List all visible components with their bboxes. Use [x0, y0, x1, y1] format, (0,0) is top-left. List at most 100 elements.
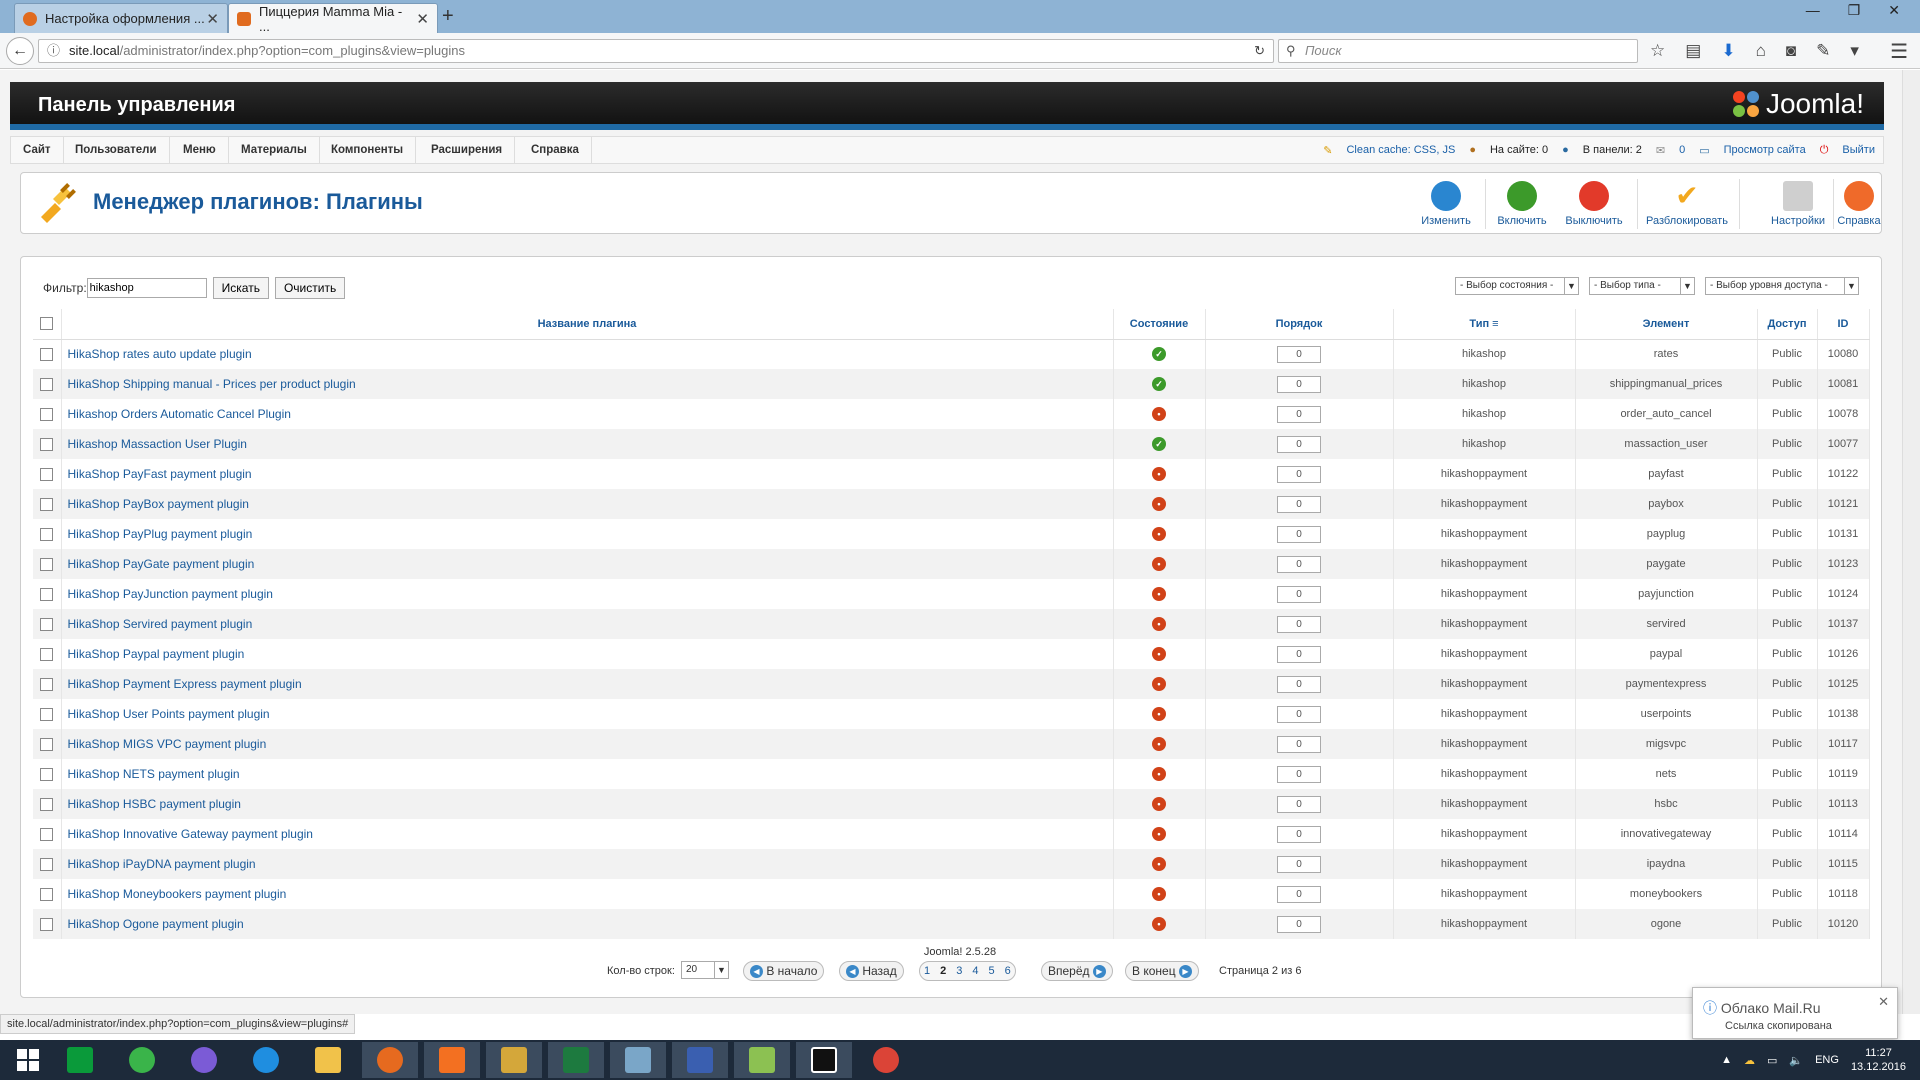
enabled-check-icon[interactable]: ✓ — [1152, 347, 1166, 362]
row-checkbox[interactable] — [40, 857, 54, 871]
plugin-name-link[interactable]: Hikashop Massaction User Plugin — [61, 429, 1114, 459]
disabled-icon[interactable]: • — [1152, 827, 1166, 841]
order-input[interactable]: 0 — [1277, 705, 1321, 723]
row-checkbox[interactable] — [40, 527, 54, 541]
taskbar-7zip[interactable] — [796, 1042, 852, 1078]
checkin-button[interactable]: ✔ Разблокировать — [1639, 181, 1735, 228]
last-page-button[interactable]: В конец ▶ — [1125, 961, 1199, 981]
taskbar-store[interactable] — [52, 1042, 108, 1078]
filter-input[interactable] — [86, 278, 207, 298]
plugin-name-link[interactable]: HikaShop HSBC payment plugin — [61, 789, 1114, 819]
cloud-tray-icon[interactable]: ☁ — [1744, 1054, 1755, 1067]
taskbar-viber[interactable] — [176, 1042, 232, 1078]
enabled-check-icon[interactable]: ✓ — [1152, 437, 1166, 451]
order-input[interactable]: 0 — [1277, 645, 1321, 663]
plugin-name-link[interactable]: HikaShop iPayDNA payment plugin — [61, 849, 1114, 879]
row-checkbox[interactable] — [40, 917, 54, 931]
edit-button[interactable]: Изменить — [1411, 181, 1481, 227]
col-type[interactable]: Тип ≡ — [1393, 309, 1576, 340]
order-input[interactable]: 0 — [1277, 555, 1321, 573]
row-checkbox[interactable] — [40, 677, 54, 691]
taskbar-chrome[interactable] — [858, 1042, 914, 1078]
col-status[interactable]: Состояние — [1113, 309, 1206, 340]
col-access[interactable]: Доступ — [1757, 309, 1818, 340]
row-checkbox[interactable] — [40, 347, 54, 361]
taskbar-archive[interactable] — [486, 1042, 542, 1078]
row-checkbox[interactable] — [40, 707, 54, 721]
view-site-link[interactable]: Просмотр сайта — [1724, 144, 1806, 156]
order-input[interactable]: 0 — [1277, 525, 1321, 543]
clear-button[interactable]: Очистить — [274, 277, 346, 299]
row-checkbox[interactable] — [40, 887, 54, 901]
plugin-name-link[interactable]: HikaShop PayGate payment plugin — [61, 549, 1114, 579]
page-number[interactable]: 3 — [956, 965, 962, 977]
network-icon[interactable]: ▭ — [1767, 1054, 1777, 1067]
browser-menu-icon[interactable]: ☰ — [1890, 39, 1908, 64]
order-input[interactable]: 0 — [1277, 495, 1321, 513]
col-id[interactable]: ID — [1817, 309, 1870, 340]
speaker-icon[interactable]: 🔈 — [1789, 1054, 1803, 1067]
plugin-name-link[interactable]: HikaShop Paypal payment plugin — [61, 639, 1114, 669]
disabled-icon[interactable]: • — [1152, 587, 1166, 601]
disabled-icon[interactable]: • — [1152, 737, 1166, 751]
disabled-icon[interactable]: • — [1152, 647, 1166, 661]
page-number[interactable]: 4 — [972, 965, 978, 977]
disabled-icon[interactable]: • — [1152, 527, 1166, 541]
messages-count[interactable]: 0 — [1679, 144, 1685, 156]
order-input[interactable]: 0 — [1277, 435, 1321, 453]
next-page-button[interactable]: Вперёд ▶ — [1041, 961, 1113, 981]
plugin-name-link[interactable]: HikaShop Payment Express payment plugin — [61, 669, 1114, 699]
enabled-check-icon[interactable]: ✓ — [1152, 377, 1166, 391]
order-input[interactable]: 0 — [1277, 795, 1321, 813]
menu-users[interactable]: Пользователи — [63, 137, 170, 163]
plugin-name-link[interactable]: HikaShop Moneybookers payment plugin — [61, 879, 1114, 909]
order-input[interactable]: 0 — [1277, 345, 1321, 363]
col-order[interactable]: Порядок — [1205, 309, 1394, 340]
logout-link[interactable]: Выйти — [1842, 144, 1875, 156]
state-select[interactable]: - Выбор состояния - ▼ — [1455, 277, 1579, 295]
disabled-icon[interactable]: • — [1152, 917, 1166, 931]
new-tab-button[interactable]: + — [442, 5, 454, 28]
page-scrollbar[interactable] — [1902, 70, 1920, 1014]
plugin-name-link[interactable]: HikaShop Innovative Gateway payment plug… — [61, 819, 1114, 849]
close-window-icon[interactable]: ✕ — [1888, 2, 1900, 19]
taskbar-icq[interactable] — [114, 1042, 170, 1078]
plugin-name-link[interactable]: HikaShop PayBox payment plugin — [61, 489, 1114, 519]
close-tab-icon[interactable]: ✕ — [416, 10, 429, 28]
prev-page-button[interactable]: ◀ Назад — [839, 961, 904, 981]
tray-arrow-icon[interactable]: ▲ — [1721, 1054, 1732, 1066]
order-input[interactable]: 0 — [1277, 465, 1321, 483]
taskbar-notepadpp[interactable] — [734, 1042, 790, 1078]
row-checkbox[interactable] — [40, 407, 54, 421]
row-checkbox[interactable] — [40, 437, 54, 451]
order-input[interactable]: 0 — [1277, 885, 1321, 903]
disabled-icon[interactable]: • — [1152, 617, 1166, 631]
order-input[interactable]: 0 — [1277, 375, 1321, 393]
order-input[interactable]: 0 — [1277, 825, 1321, 843]
menu-components[interactable]: Компоненты — [319, 137, 417, 163]
plugin-name-link[interactable]: HikaShop PayFast payment plugin — [61, 459, 1114, 489]
dropdown-icon[interactable]: ▾ — [1850, 41, 1859, 61]
disabled-icon[interactable]: • — [1152, 887, 1166, 901]
row-checkbox[interactable] — [40, 467, 54, 481]
page-number[interactable]: 6 — [1005, 965, 1011, 977]
plugin-name-link[interactable]: HikaShop PayPlug payment plugin — [61, 519, 1114, 549]
plugin-name-link[interactable]: HikaShop MIGS VPC payment plugin — [61, 729, 1114, 759]
disabled-icon[interactable]: • — [1152, 767, 1166, 781]
url-bar[interactable]: ⓘ site.local/administrator/index.php?opt… — [38, 39, 1274, 63]
row-checkbox[interactable] — [40, 827, 54, 841]
menu-extensions[interactable]: Расширения — [419, 137, 516, 163]
plugin-name-link[interactable]: HikaShop rates auto update plugin — [61, 339, 1114, 369]
menu-content[interactable]: Материалы — [229, 137, 320, 163]
page-number[interactable]: 2 — [940, 965, 946, 977]
plugin-name-link[interactable]: HikaShop Shipping manual - Prices per pr… — [61, 369, 1114, 399]
row-checkbox[interactable] — [40, 737, 54, 751]
taskbar-xampp[interactable] — [424, 1042, 480, 1078]
disabled-icon[interactable]: • — [1152, 407, 1166, 421]
taskbar-save[interactable] — [672, 1042, 728, 1078]
select-all-checkbox[interactable] — [40, 317, 54, 331]
order-input[interactable]: 0 — [1277, 765, 1321, 783]
browser-tab-1[interactable]: Настройка оформления ... ✕ — [14, 3, 228, 33]
plugin-name-link[interactable]: Hikashop Orders Automatic Cancel Plugin — [61, 399, 1114, 429]
order-input[interactable]: 0 — [1277, 855, 1321, 873]
